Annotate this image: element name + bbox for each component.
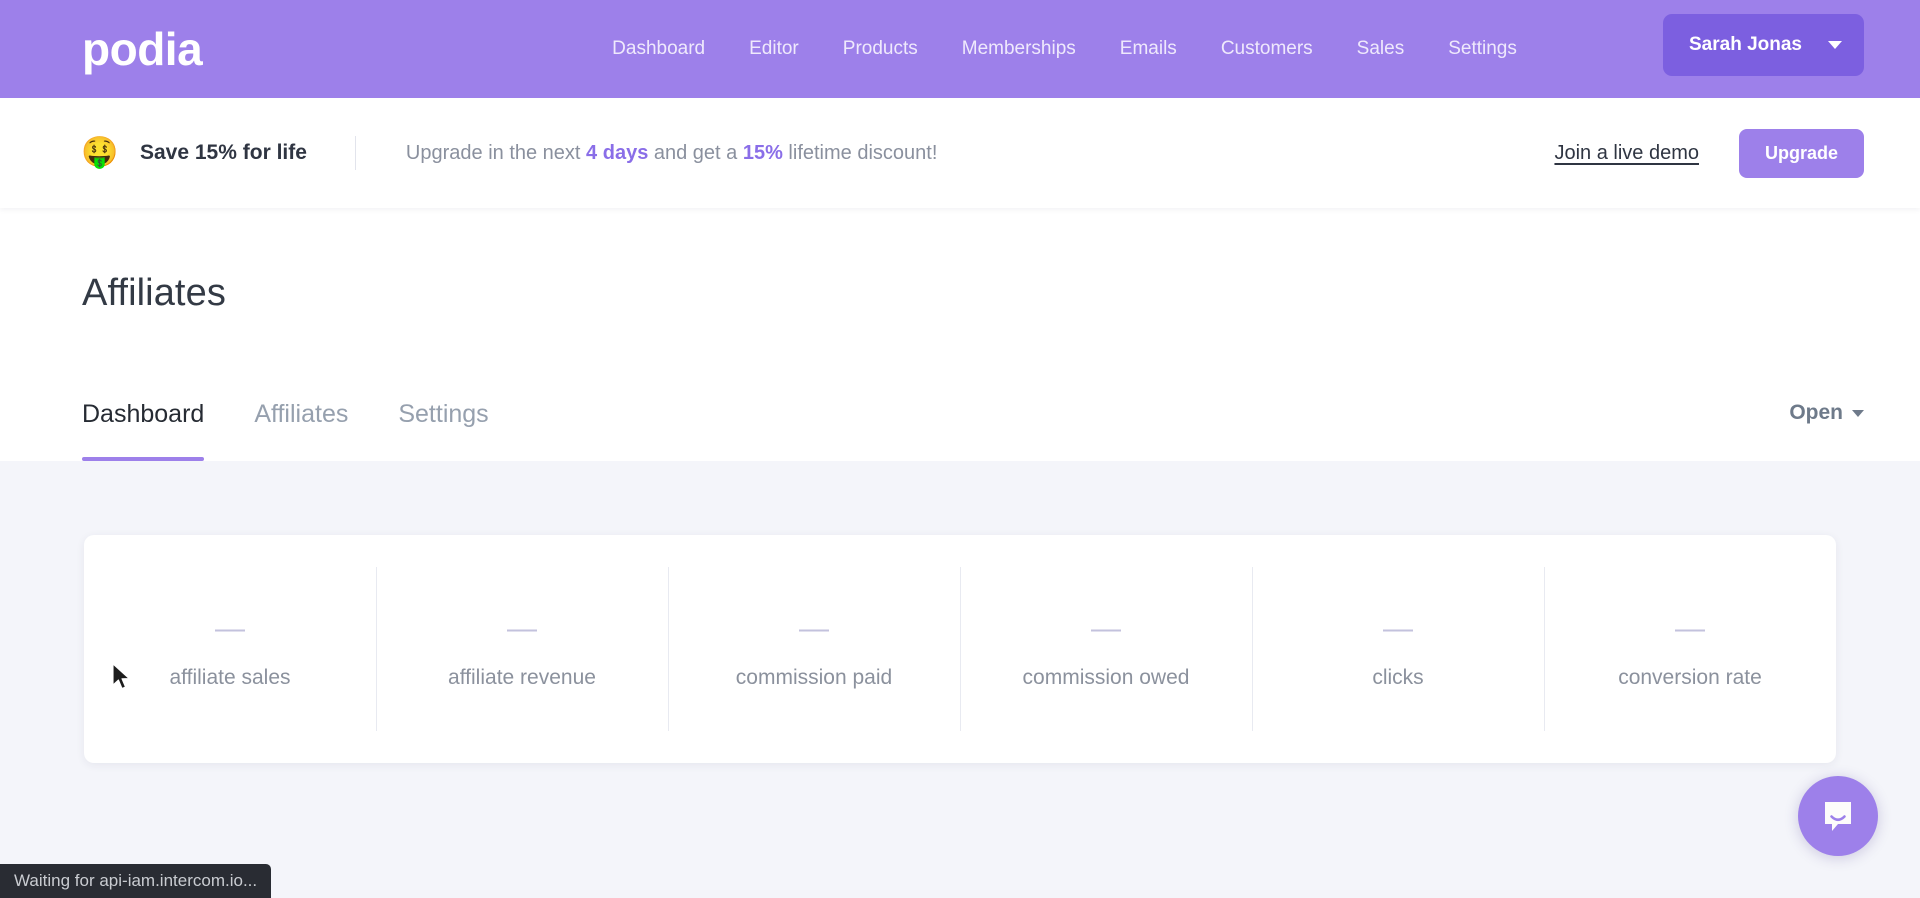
stat-label: conversion rate xyxy=(1618,666,1762,689)
stat-value: — xyxy=(215,612,245,645)
money-mouth-face-icon: 🤑 xyxy=(81,136,119,169)
promo-highlight-percent: 15% xyxy=(742,141,783,164)
promo-banner: 🤑 Save 15% for life Upgrade in the next … xyxy=(0,98,1920,208)
promo-text-middle: and get a xyxy=(648,141,743,164)
tab-dashboard[interactable]: Dashboard xyxy=(82,400,205,461)
nav-item-customers[interactable]: Customers xyxy=(1221,38,1313,60)
upgrade-button[interactable]: Upgrade xyxy=(1738,128,1864,178)
main-content: — affiliate sales — affiliate revenue — … xyxy=(0,461,1920,898)
promo-message: Upgrade in the next 4 days and get a 15%… xyxy=(406,142,937,165)
promo-highlight-days: 4 days xyxy=(586,141,649,164)
nav-item-products[interactable]: Products xyxy=(843,38,918,60)
stat-conversion-rate: — conversion rate xyxy=(1544,535,1836,763)
promo-text-after: lifetime discount! xyxy=(782,141,938,164)
nav-item-memberships[interactable]: Memberships xyxy=(962,38,1076,60)
intercom-chat-launcher-button[interactable] xyxy=(1798,776,1878,856)
stat-value: — xyxy=(799,612,829,645)
user-name-label: Sarah Jonas xyxy=(1689,34,1802,55)
stat-affiliate-revenue: — affiliate revenue xyxy=(376,535,668,763)
nav-item-settings[interactable]: Settings xyxy=(1448,38,1517,60)
nav-item-emails[interactable]: Emails xyxy=(1120,38,1177,60)
tabs-row: Dashboard Affiliates Settings Open xyxy=(82,381,1864,461)
chevron-down-icon xyxy=(1852,409,1864,417)
promo-text-before: Upgrade in the next xyxy=(405,141,587,164)
stat-affiliate-sales: — affiliate sales xyxy=(84,535,376,763)
chat-bubble-icon xyxy=(1825,802,1851,831)
page-header: Affiliates Dashboard Affiliates Settings… xyxy=(0,208,1920,461)
stat-clicks: — clicks xyxy=(1252,535,1544,763)
nav-item-dashboard[interactable]: Dashboard xyxy=(612,38,705,60)
chevron-down-icon xyxy=(1828,41,1842,49)
primary-nav: Dashboard Editor Products Memberships Em… xyxy=(612,38,1517,60)
podia-logo[interactable]: podia xyxy=(82,26,203,72)
promo-title: Save 15% for life xyxy=(140,141,307,164)
nav-item-sales[interactable]: Sales xyxy=(1357,38,1405,60)
stat-value: — xyxy=(1091,612,1121,645)
tab-affiliates[interactable]: Affiliates xyxy=(254,400,348,461)
stat-label: affiliate sales xyxy=(169,666,291,689)
stat-label: commission paid xyxy=(735,666,893,689)
stat-commission-paid: — commission paid xyxy=(668,535,960,763)
stat-value: — xyxy=(1383,612,1413,645)
stat-label: commission owed xyxy=(1022,666,1190,689)
open-filter-label: Open xyxy=(1789,401,1843,424)
stat-commission-owed: — commission owed xyxy=(960,535,1252,763)
page-title: Affiliates xyxy=(82,272,226,314)
browser-status-bar: Waiting for api-iam.intercom.io... xyxy=(0,864,272,898)
open-filter-dropdown[interactable]: Open xyxy=(1789,401,1864,461)
affiliate-stats-card: — affiliate sales — affiliate revenue — … xyxy=(84,535,1836,763)
join-live-demo-link[interactable]: Join a live demo xyxy=(1554,142,1699,165)
tab-bar: Dashboard Affiliates Settings xyxy=(82,381,489,461)
stat-value: — xyxy=(507,612,537,645)
user-account-menu-button[interactable]: Sarah Jonas xyxy=(1663,14,1864,76)
top-navigation-bar: podia Dashboard Editor Products Membersh… xyxy=(0,0,1920,98)
promo-divider xyxy=(354,136,356,170)
stat-label: affiliate revenue xyxy=(448,666,596,689)
stat-value: — xyxy=(1675,612,1705,645)
promo-actions: Join a live demo Upgrade xyxy=(1554,128,1864,178)
stat-label: clicks xyxy=(1372,666,1424,689)
nav-item-editor[interactable]: Editor xyxy=(749,38,799,60)
tab-settings[interactable]: Settings xyxy=(398,400,488,461)
